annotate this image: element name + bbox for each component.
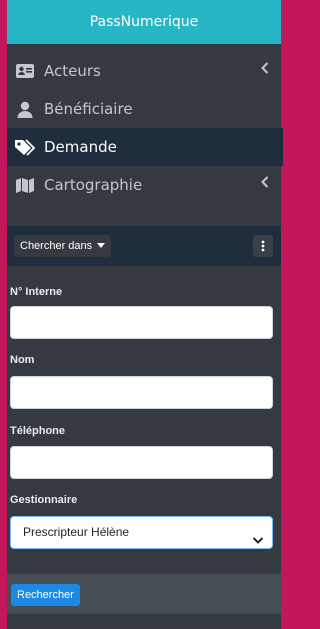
sidebar-item-label: Cartographie xyxy=(44,176,143,194)
sidebar-item-label: Acteurs xyxy=(44,62,101,80)
tags-icon xyxy=(14,138,36,156)
telephone-input[interactable] xyxy=(10,446,273,479)
map-icon xyxy=(14,176,36,194)
sidebar-item-beneficiaire[interactable]: Bénéficiaire xyxy=(7,90,281,128)
nom-input[interactable] xyxy=(10,376,273,409)
sidebar-item-label: Bénéficiaire xyxy=(44,100,133,118)
chevron-left-icon xyxy=(261,176,269,192)
gestionnaire-select[interactable]: Prescripteur Hélène xyxy=(10,516,273,549)
n-interne-input[interactable] xyxy=(10,306,273,339)
field-label-telephone: Téléphone xyxy=(10,425,66,437)
sidebar-item-label: Demande xyxy=(44,138,117,156)
chevron-down-icon xyxy=(252,526,264,557)
user-icon xyxy=(14,100,36,118)
ellipsis-vertical-icon xyxy=(261,237,265,256)
more-options-button[interactable] xyxy=(253,235,273,257)
caret-down-icon xyxy=(97,235,106,257)
form-footer: Rechercher xyxy=(7,574,281,614)
field-label-nom: Nom xyxy=(10,354,35,366)
id-card-icon xyxy=(14,62,36,80)
rechercher-button[interactable]: Rechercher xyxy=(11,584,80,606)
search-in-label: Chercher dans xyxy=(20,240,93,252)
field-label-n-interne: N° Interne xyxy=(10,286,63,298)
sidebar-panel: PassNumerique Acteurs Bénéficiaire Deman… xyxy=(7,0,283,629)
field-label-gestionnaire: Gestionnaire xyxy=(10,494,78,506)
gestionnaire-selected-value: Prescripteur Hélène xyxy=(23,525,130,539)
brand-divider xyxy=(7,44,281,52)
sidebar-item-acteurs[interactable]: Acteurs xyxy=(7,52,281,90)
sidebar-item-demande[interactable]: Demande xyxy=(7,128,283,166)
chevron-left-icon xyxy=(261,62,269,78)
app-title[interactable]: PassNumerique xyxy=(7,0,281,44)
sidebar-item-cartographie[interactable]: Cartographie xyxy=(7,166,281,204)
search-filter-bar: Chercher dans xyxy=(7,226,281,266)
search-in-dropdown-button[interactable]: Chercher dans xyxy=(14,235,112,257)
